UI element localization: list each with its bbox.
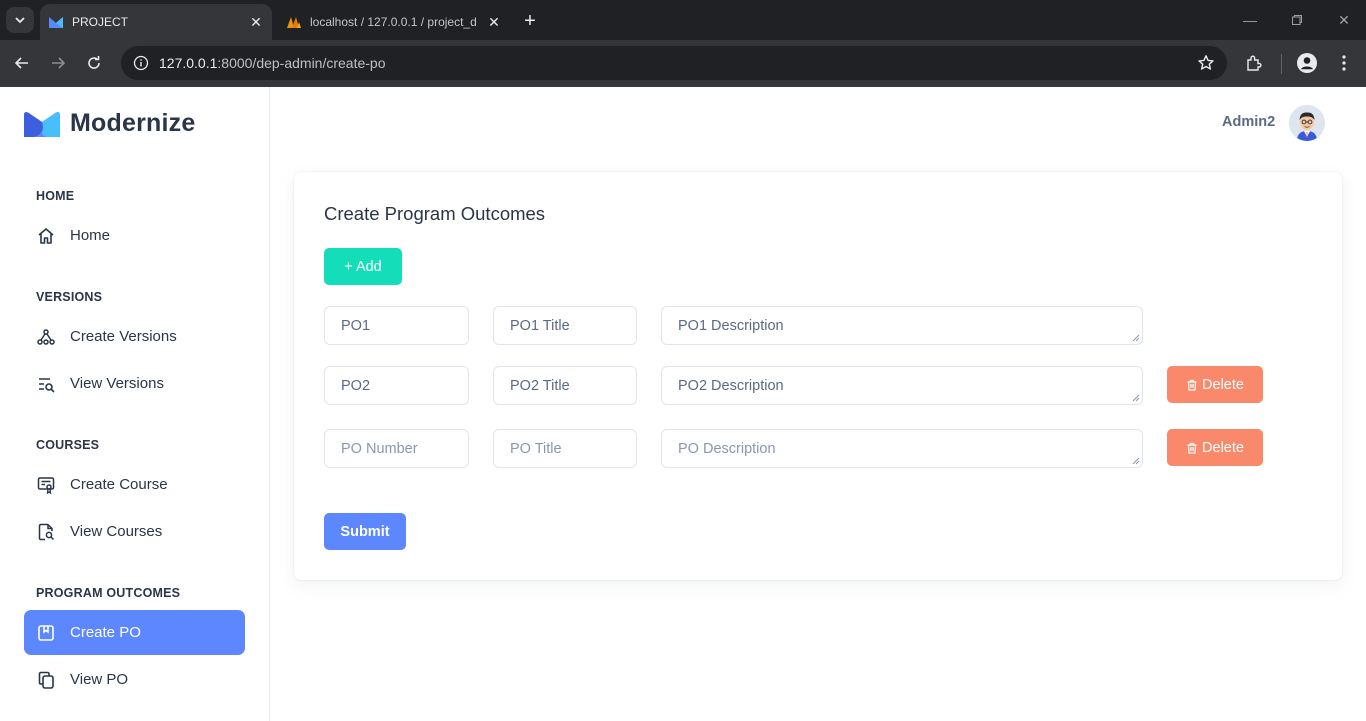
po-description-text: PO1 Description xyxy=(678,317,784,334)
po-description-textarea[interactable]: PO Description xyxy=(661,429,1143,468)
arrow-left-icon xyxy=(14,57,28,69)
sidebar-item-label: Create Versions xyxy=(70,328,177,345)
back-button[interactable] xyxy=(9,50,35,76)
sidebar-item-label: View Versions xyxy=(70,375,164,392)
home-icon xyxy=(36,226,56,246)
brand-logo[interactable]: Modernize xyxy=(24,109,195,138)
brand-name: Modernize xyxy=(70,109,196,137)
new-tab-button[interactable]: + xyxy=(518,10,542,32)
add-row-button[interactable]: + Add xyxy=(324,248,402,285)
minimize-icon[interactable]: — xyxy=(1238,8,1262,32)
tab-search-button[interactable] xyxy=(6,7,34,33)
sidebar-item-view-po[interactable]: View PO xyxy=(24,657,245,702)
nav-section-program-outcomes: PROGRAM OUTCOMES xyxy=(36,586,181,600)
copy-icon xyxy=(36,670,56,690)
sidebar-item-label: Create Course xyxy=(70,476,168,493)
window-close-icon[interactable]: ✕ xyxy=(1332,8,1356,32)
modernize-logo-icon xyxy=(24,111,60,137)
profile-icon[interactable] xyxy=(1295,51,1319,75)
url-text[interactable]: 127.0.0.1:8000/dep-admin/create-po xyxy=(159,55,386,71)
page-title: Create Program Outcomes xyxy=(324,203,546,224)
browser-toolbar: 127.0.0.1:8000/dep-admin/create-po xyxy=(0,40,1366,87)
reload-icon xyxy=(88,56,100,69)
file-search-icon xyxy=(36,522,56,542)
delete-row-button[interactable]: Delete xyxy=(1167,366,1263,403)
delete-label: Delete xyxy=(1202,439,1244,456)
close-icon[interactable]: ✕ xyxy=(246,12,266,32)
chevron-down-icon xyxy=(15,17,25,24)
create-po-card: Create Program Outcomes + Add PO1 PO1 Ti… xyxy=(294,172,1342,580)
resize-grip-icon[interactable] xyxy=(1132,457,1140,465)
forward-button[interactable] xyxy=(45,50,71,76)
address-bar[interactable]: 127.0.0.1:8000/dep-admin/create-po xyxy=(121,46,1227,80)
po-number-input[interactable]: PO1 xyxy=(324,306,469,345)
tab-title: PROJECT xyxy=(72,15,129,29)
po-description-text: PO2 Description xyxy=(678,377,784,394)
hierarchy-icon xyxy=(36,327,56,347)
sidebar-item-label: Home xyxy=(70,227,111,244)
po-title-input[interactable]: PO1 Title xyxy=(493,306,637,345)
sidebar-item-view-courses[interactable]: View Courses xyxy=(24,509,245,554)
user-name[interactable]: Admin2 xyxy=(1222,114,1275,130)
tab-title: localhost / 127.0.0.1 / project_d xyxy=(310,15,477,29)
submit-button[interactable]: Submit xyxy=(324,513,406,550)
user-avatar[interactable] xyxy=(1289,105,1325,141)
browser-chrome: PROJECT ✕ localhost / 127.0.0.1 / projec… xyxy=(0,0,1366,87)
arrow-right-icon xyxy=(52,57,66,69)
url-host: 127.0.0.1 xyxy=(159,55,218,71)
close-icon[interactable]: ✕ xyxy=(484,12,504,32)
po-description-textarea[interactable]: PO2 Description xyxy=(661,366,1143,405)
phpmyadmin-favicon-icon xyxy=(286,14,302,30)
bookmark-box-icon xyxy=(36,623,56,643)
trash-icon xyxy=(1187,379,1197,391)
certificate-icon xyxy=(36,475,56,495)
extensions-icon[interactable] xyxy=(1242,51,1266,75)
nav-section-courses: COURSES xyxy=(36,438,100,452)
sidebar-item-create-versions[interactable]: Create Versions xyxy=(24,314,245,359)
nav-section-versions: VERSIONS xyxy=(36,290,103,304)
tab-strip: PROJECT ✕ localhost / 127.0.0.1 / projec… xyxy=(0,0,1366,40)
sidebar-item-home[interactable]: Home xyxy=(24,213,245,258)
browser-tab-project[interactable]: PROJECT ✕ xyxy=(40,4,272,40)
sidebar-item-label: View PO xyxy=(70,671,129,688)
browser-tab-phpmyadmin[interactable]: localhost / 127.0.0.1 / project_d ✕ xyxy=(278,4,510,40)
po-title-input[interactable]: PO2 Title xyxy=(493,366,637,405)
sidebar-item-label: View Courses xyxy=(70,523,163,540)
sidebar-item-view-versions[interactable]: View Versions xyxy=(24,361,245,406)
url-path: :8000/dep-admin/create-po xyxy=(217,55,386,71)
reload-button[interactable] xyxy=(81,50,107,76)
po-description-placeholder: PO Description xyxy=(678,440,776,457)
bookmark-star-icon[interactable] xyxy=(1197,54,1215,72)
menu-kebab-icon[interactable] xyxy=(1332,51,1356,75)
po-description-textarea[interactable]: PO1 Description xyxy=(661,306,1143,345)
delete-label: Delete xyxy=(1202,376,1244,393)
sidebar-item-label: Create PO xyxy=(70,624,141,641)
trash-icon xyxy=(1187,442,1197,454)
po-number-input[interactable]: PO Number xyxy=(324,429,469,468)
delete-row-button[interactable]: Delete xyxy=(1167,429,1263,466)
info-icon[interactable] xyxy=(133,55,149,71)
restore-icon[interactable] xyxy=(1285,8,1309,32)
modernize-favicon-icon xyxy=(48,14,64,30)
po-number-input[interactable]: PO2 xyxy=(324,366,469,405)
resize-grip-icon[interactable] xyxy=(1132,334,1140,342)
sidebar-item-create-po[interactable]: Create PO xyxy=(24,610,245,655)
sidebar: Modernize HOME Home VERSIONS Create Vers… xyxy=(0,87,270,721)
sidebar-item-create-course[interactable]: Create Course xyxy=(24,462,245,507)
toolbar-separator xyxy=(1281,54,1282,74)
nav-section-home: HOME xyxy=(36,189,75,203)
resize-grip-icon[interactable] xyxy=(1132,394,1140,402)
po-title-input[interactable]: PO Title xyxy=(493,429,637,468)
list-search-icon xyxy=(36,374,56,394)
